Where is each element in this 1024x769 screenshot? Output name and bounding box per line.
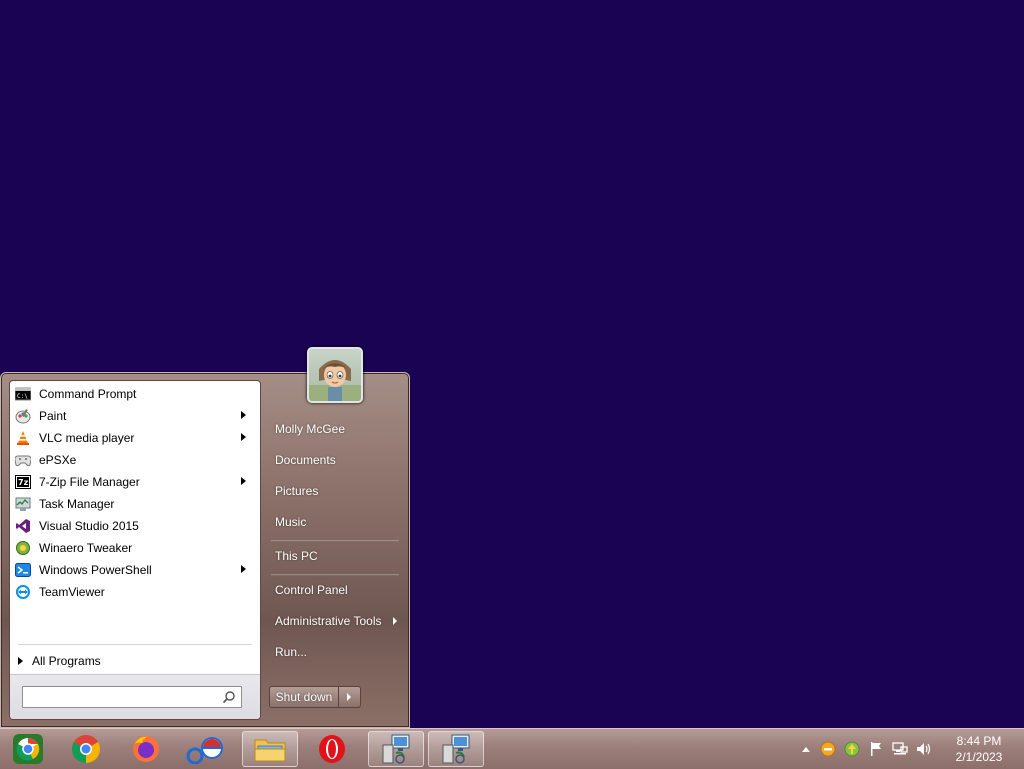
opera-icon bbox=[319, 735, 345, 763]
user-folder-link[interactable]: Molly McGee bbox=[267, 416, 401, 442]
vlc-icon bbox=[15, 430, 31, 446]
program-label: Paint bbox=[39, 409, 67, 423]
right-item-label: Molly McGee bbox=[275, 422, 346, 436]
search-input[interactable] bbox=[22, 686, 242, 708]
teamviewer-icon bbox=[15, 584, 31, 600]
program-command-prompt[interactable]: C:\ Command Prompt bbox=[12, 383, 258, 405]
submenu-arrow-icon[interactable] bbox=[241, 565, 246, 573]
taskbar-chrome[interactable] bbox=[58, 731, 114, 767]
command-prompt-icon: C:\ bbox=[15, 386, 31, 402]
program-label: Task Manager bbox=[39, 497, 115, 511]
task-manager-icon bbox=[15, 496, 31, 512]
program-epsxe[interactable]: ePSXe bbox=[12, 449, 258, 471]
program-paint[interactable]: Paint bbox=[12, 405, 258, 427]
administrative-tools-link[interactable]: Administrative Tools bbox=[267, 608, 401, 634]
program-powershell[interactable]: Windows PowerShell bbox=[12, 559, 258, 581]
search-area bbox=[10, 674, 260, 719]
this-pc-link[interactable]: This PC bbox=[267, 543, 401, 569]
submenu-arrow-icon[interactable] bbox=[241, 433, 246, 441]
right-item-label: Control Panel bbox=[275, 583, 348, 597]
right-item-label: Documents bbox=[275, 453, 336, 467]
system-tray bbox=[796, 729, 942, 769]
firefox-icon bbox=[133, 736, 159, 762]
program-label: VLC media player bbox=[39, 431, 135, 445]
taskbar-file-explorer[interactable] bbox=[242, 731, 298, 767]
right-item-label: Music bbox=[275, 515, 307, 529]
program-7zip[interactable]: 7z 7-Zip File Manager bbox=[12, 471, 258, 493]
submenu-arrow-icon bbox=[393, 617, 397, 625]
program-label: TeamViewer bbox=[39, 585, 105, 599]
remote-desktop-icon bbox=[382, 734, 410, 764]
start-menu: C:\ Command Prompt Paint VLC media playe… bbox=[0, 372, 410, 728]
taskbar-remote-desktop-2[interactable] bbox=[428, 731, 484, 767]
documents-link[interactable]: Documents bbox=[267, 447, 401, 473]
paint-icon bbox=[15, 408, 31, 424]
right-item-label: This PC bbox=[275, 549, 318, 563]
chevron-up-icon bbox=[802, 747, 810, 752]
search-icon[interactable] bbox=[222, 690, 236, 704]
clock-time: 8:44 PM bbox=[956, 734, 1002, 748]
file-explorer-icon bbox=[254, 739, 286, 762]
program-label: ePSXe bbox=[39, 453, 77, 467]
start-button[interactable] bbox=[0, 731, 56, 767]
pictures-link[interactable]: Pictures bbox=[267, 478, 401, 504]
start-orb-icon bbox=[13, 734, 43, 764]
separator bbox=[271, 574, 399, 576]
svg-text:C:\: C:\ bbox=[17, 393, 28, 400]
shutdown-options-button[interactable] bbox=[339, 686, 361, 708]
show-hidden-icons-button[interactable] bbox=[798, 741, 814, 757]
program-label: Windows PowerShell bbox=[39, 563, 152, 577]
winaero-tweaker-icon bbox=[15, 540, 31, 556]
tray-update-icon[interactable] bbox=[844, 741, 860, 757]
program-label: Visual Studio 2015 bbox=[39, 519, 139, 533]
remote-desktop-icon bbox=[442, 734, 470, 764]
clock[interactable]: 8:44 PM 2/1/2023 bbox=[944, 733, 1014, 765]
user-avatar[interactable] bbox=[307, 347, 363, 403]
program-label: 7-Zip File Manager bbox=[39, 475, 140, 489]
run-link[interactable]: Run... bbox=[267, 639, 401, 665]
taskbar-opera-gx[interactable] bbox=[178, 731, 234, 767]
gamepad-icon bbox=[15, 452, 31, 468]
svg-text:7z: 7z bbox=[18, 478, 29, 487]
taskbar: 8:44 PM 2/1/2023 bbox=[0, 728, 1024, 769]
taskbar-firefox[interactable] bbox=[118, 731, 174, 767]
programs-pane: C:\ Command Prompt Paint VLC media playe… bbox=[9, 380, 261, 720]
clock-date: 2/1/2023 bbox=[955, 750, 1003, 764]
separator bbox=[18, 644, 252, 645]
arrow-right-icon bbox=[18, 657, 23, 665]
shutdown-label: Shut down bbox=[275, 690, 333, 704]
chrome-icon bbox=[72, 735, 100, 763]
all-programs-button[interactable]: All Programs bbox=[18, 651, 101, 671]
program-visual-studio[interactable]: Visual Studio 2015 bbox=[12, 515, 258, 537]
tray-stop-icon[interactable] bbox=[820, 741, 836, 757]
action-center-flag-icon[interactable] bbox=[868, 741, 884, 757]
program-task-manager[interactable]: Task Manager bbox=[12, 493, 258, 515]
right-item-label: Run... bbox=[275, 645, 308, 659]
submenu-arrow-icon[interactable] bbox=[241, 477, 246, 485]
7zip-icon: 7z bbox=[15, 474, 31, 490]
right-item-label: Administrative Tools bbox=[275, 614, 382, 628]
taskbar-opera[interactable] bbox=[304, 731, 360, 767]
arrow-right-icon bbox=[347, 693, 351, 701]
shutdown-button[interactable]: Shut down bbox=[269, 686, 339, 708]
submenu-arrow-icon[interactable] bbox=[241, 411, 246, 419]
program-label: Winaero Tweaker bbox=[39, 541, 133, 555]
separator bbox=[271, 540, 399, 542]
visual-studio-icon bbox=[15, 518, 31, 534]
network-icon[interactable] bbox=[892, 741, 908, 757]
right-item-label: Pictures bbox=[275, 484, 319, 498]
taskbar-remote-desktop-1[interactable] bbox=[368, 731, 424, 767]
all-programs-label: All Programs bbox=[32, 654, 101, 668]
program-winaero-tweaker[interactable]: Winaero Tweaker bbox=[12, 537, 258, 559]
control-panel-link[interactable]: Control Panel bbox=[267, 577, 401, 603]
music-link[interactable]: Music bbox=[267, 509, 401, 535]
volume-icon[interactable] bbox=[916, 741, 932, 757]
program-teamviewer[interactable]: TeamViewer bbox=[12, 581, 258, 603]
program-label: Command Prompt bbox=[39, 387, 137, 401]
program-vlc[interactable]: VLC media player bbox=[12, 427, 258, 449]
opera-gx-icon bbox=[186, 737, 223, 764]
powershell-icon bbox=[15, 562, 31, 578]
